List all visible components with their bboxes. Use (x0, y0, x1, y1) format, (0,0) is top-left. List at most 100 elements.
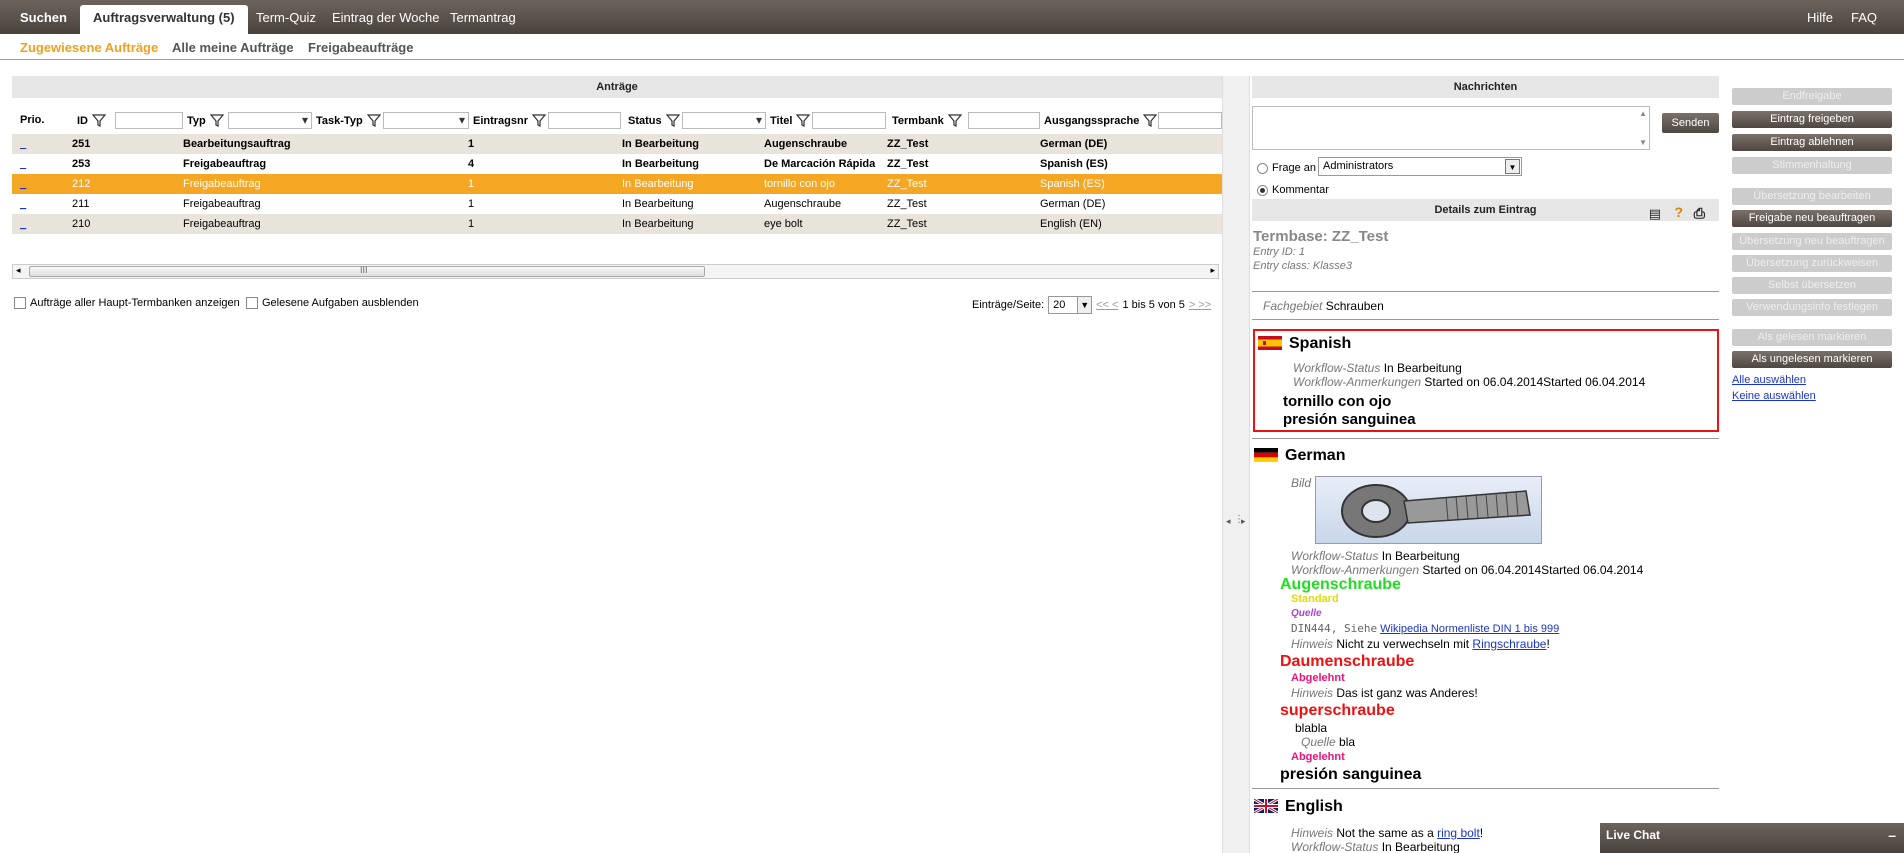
send-button[interactable]: Senden (1662, 113, 1719, 133)
ask-option[interactable]: Frage an (1257, 162, 1316, 174)
chevron-down-icon[interactable]: ▼ (1505, 159, 1520, 174)
scroll-down-icon[interactable]: ▼ (1639, 138, 1647, 147)
collapse-left-icon[interactable]: ◂ (1226, 516, 1231, 527)
stimmenhaltung-button[interactable]: Stimmenhaltung (1732, 157, 1892, 174)
eintrag-freigeben-button[interactable]: Eintrag freigeben (1732, 111, 1892, 128)
radio-ask[interactable] (1257, 162, 1268, 174)
filter-id-input[interactable] (115, 112, 183, 129)
nav-faq[interactable]: FAQ (1851, 10, 1877, 25)
scroll-left-icon[interactable]: ◂ (16, 265, 21, 276)
als-gelesen-button[interactable]: Als gelesen markieren (1732, 329, 1892, 346)
filter-icon[interactable] (665, 114, 680, 127)
chevron-down-icon[interactable]: ▼ (1077, 297, 1092, 313)
comment-icon[interactable]: ▤ (1649, 203, 1661, 225)
filter-icon[interactable] (796, 114, 811, 127)
table-row[interactable]: _ 210 Freigabeauftrag 1 In Bearbeitung e… (12, 214, 1222, 234)
endfreigabe-button[interactable]: Endfreigabe (1732, 88, 1892, 105)
pager-text: 1 bis 5 von 5 (1122, 299, 1185, 311)
ws-label: Workflow-Status (1293, 361, 1381, 375)
col-id[interactable]: ID (77, 114, 106, 127)
col-ausgangssprache[interactable]: Ausgangssprache (1044, 114, 1158, 127)
ring-bolt-link[interactable]: ring bolt (1437, 826, 1480, 840)
option-all-termbanks[interactable]: Aufträge aller Haupt-Termbanken anzeigen (14, 297, 240, 310)
per-page-select[interactable]: 20 ▼ (1048, 296, 1093, 314)
ask-select[interactable]: Administrators ▼ (1318, 157, 1522, 176)
prio-link[interactable]: _ (20, 158, 26, 170)
col-termbank[interactable]: Termbank (892, 114, 962, 127)
subnav-freigabe[interactable]: Freigabeaufträge (308, 40, 413, 55)
filter-typ-select[interactable] (228, 112, 312, 129)
minimize-icon[interactable]: – (1888, 827, 1896, 843)
uebersetzung-zurueckweisen-button[interactable]: Übersetzung zurückweisen (1732, 255, 1892, 272)
eye-bolt-image[interactable] (1315, 476, 1542, 544)
option-hide-read[interactable]: Gelesene Aufgaben ausblenden (246, 297, 419, 310)
live-chat-bar[interactable]: Live Chat – (1600, 823, 1904, 853)
col-titel[interactable]: Titel (770, 114, 811, 127)
spanish-term-1: tornillo con ojo (1283, 393, 1392, 410)
scroll-thumb[interactable]: III (29, 265, 705, 277)
filter-status-select[interactable] (682, 112, 766, 129)
table-row[interactable]: _ 251 Bearbeitungsauftrag 1 In Bearbeitu… (12, 134, 1222, 154)
freigabe-neu-beauftragen-button[interactable]: Freigabe neu beauftragen (1732, 210, 1892, 227)
subnav-alle-meine[interactable]: Alle meine Aufträge (172, 40, 294, 55)
panel-splitter[interactable]: ◂ ⋮ ▸ (1222, 76, 1250, 853)
scroll-right-icon[interactable]: ▸ (1210, 265, 1215, 276)
col-prio[interactable]: Prio. (20, 114, 44, 126)
collapse-right-icon[interactable]: ▸ (1241, 516, 1246, 527)
filter-icon[interactable] (532, 114, 547, 127)
als-ungelesen-button[interactable]: Als ungelesen markieren (1732, 351, 1892, 368)
table-row-selected[interactable]: _ 212 Freigabeauftrag 1 In Bearbeitung t… (12, 174, 1222, 194)
nav-term-quiz[interactable]: Term-Quiz (256, 10, 316, 25)
ringschraube-link[interactable]: Ringschraube (1472, 637, 1546, 651)
filter-eintragsnr-input[interactable] (548, 112, 621, 129)
comment-option[interactable]: Kommentar (1257, 184, 1329, 196)
checkbox-all-termbanks[interactable] (14, 297, 26, 310)
nav-suchen[interactable]: Suchen (20, 10, 67, 25)
filter-icon[interactable] (366, 114, 381, 127)
help-icon[interactable]: ? (1674, 201, 1683, 223)
col-task-typ[interactable]: Task-Typ (316, 114, 381, 127)
pager-next[interactable]: > >> (1189, 299, 1211, 311)
select-none-link[interactable]: Keine auswählen (1732, 390, 1816, 402)
verwendungsinfo-button[interactable]: Verwendungsinfo festlegen (1732, 299, 1892, 316)
filter-task-typ-select[interactable] (383, 112, 469, 129)
filter-ausgangssprache-input[interactable] (1158, 112, 1222, 129)
message-textarea[interactable]: ▲ ▼ (1252, 106, 1650, 150)
subnav-zugewiesene[interactable]: Zugewiesene Aufträge (20, 40, 158, 55)
table-row[interactable]: _ 211 Freigabeauftrag 1 In Bearbeitung A… (12, 194, 1222, 214)
nav-eintrag-der-woche[interactable]: Eintrag der Woche (332, 10, 439, 25)
filter-icon[interactable] (92, 114, 106, 127)
filter-icon[interactable] (947, 114, 962, 127)
horizontal-scrollbar[interactable]: ◂ III ▸ (12, 264, 1219, 279)
nav-auftragsverwaltung[interactable]: Auftragsverwaltung (5) (80, 5, 248, 34)
col-status[interactable]: Status (628, 114, 680, 127)
prio-link[interactable]: _ (20, 178, 26, 190)
table-row[interactable]: _ 253 Freigabeauftrag 4 In Bearbeitung D… (12, 154, 1222, 174)
col-typ[interactable]: Typ (187, 114, 224, 127)
filter-termbank-input[interactable] (968, 112, 1040, 129)
checkbox-hide-read[interactable] (246, 297, 258, 310)
nav-hilfe[interactable]: Hilfe (1807, 10, 1833, 25)
lang-german: German (1285, 447, 1346, 464)
col-termbank-label: Termbank (892, 114, 944, 127)
prio-link[interactable]: _ (20, 218, 26, 230)
filter-icon[interactable] (1143, 114, 1158, 127)
eintrag-ablehnen-button[interactable]: Eintrag ablehnen (1732, 134, 1892, 151)
scroll-up-icon[interactable]: ▲ (1639, 109, 1647, 118)
selbst-uebersetzen-button[interactable]: Selbst übersetzen (1732, 277, 1892, 294)
hinweis-english: Hinweis Not the same as a ring bolt! (1291, 826, 1483, 840)
print-icon[interactable]: ⎙ (1694, 202, 1705, 224)
prio-link[interactable]: _ (20, 138, 26, 150)
nav-termantrag[interactable]: Termantrag (450, 10, 516, 25)
uebersetzung-bearbeiten-button[interactable]: Übersetzung bearbeiten (1732, 188, 1892, 205)
german-workflow-status: Workflow-Status In Bearbeitung (1291, 549, 1460, 563)
wikipedia-link[interactable]: Wikipedia Normenliste DIN 1 bis 999 (1380, 623, 1559, 635)
col-eintragsnr[interactable]: Eintragsnr (473, 114, 547, 127)
prio-link[interactable]: _ (20, 198, 26, 210)
pager-prev[interactable]: << < (1096, 299, 1118, 311)
filter-icon[interactable] (209, 114, 224, 127)
filter-titel-input[interactable] (812, 112, 886, 129)
uebersetzung-neu-beauftragen-button[interactable]: Übersetzung neu beauftragen (1732, 233, 1892, 250)
select-all-link[interactable]: Alle auswählen (1732, 374, 1806, 386)
radio-comment[interactable] (1257, 184, 1268, 196)
